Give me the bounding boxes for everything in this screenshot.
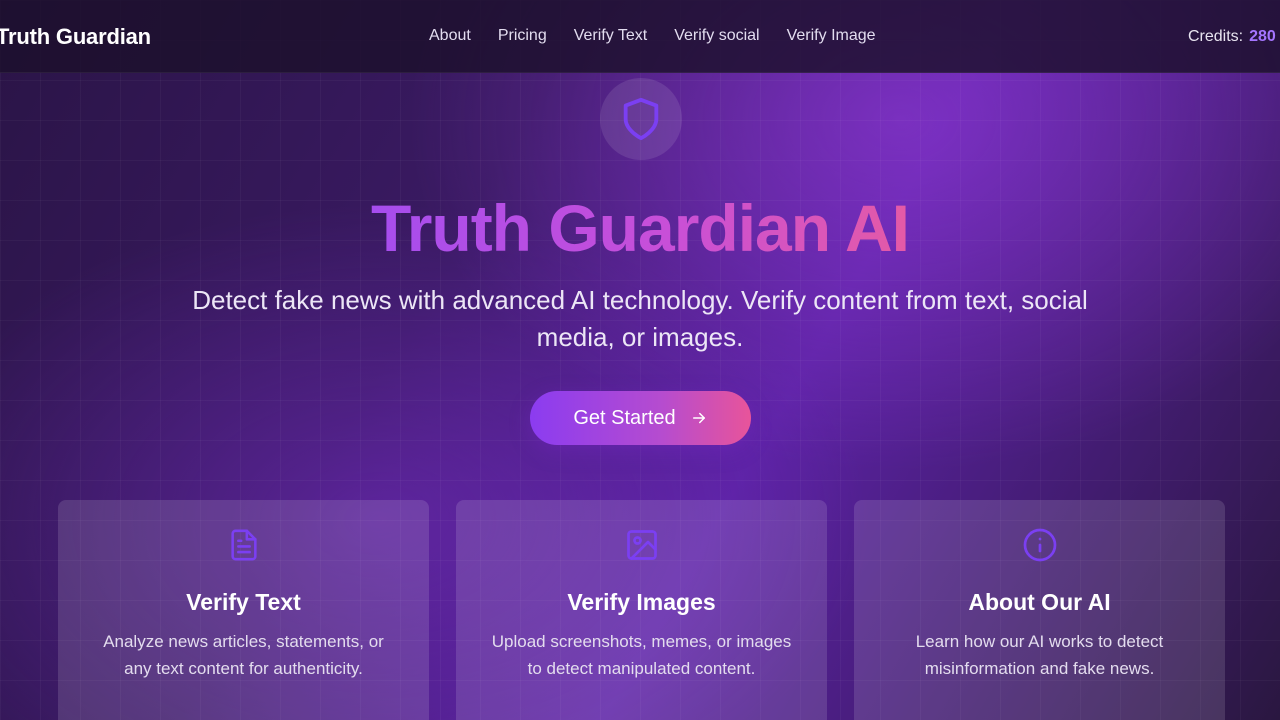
hero-title: Truth Guardian AI xyxy=(0,190,1280,266)
card-verify-text[interactable]: Verify Text Analyze news articles, state… xyxy=(58,500,429,720)
nav-links: About Pricing Verify Text Verify social … xyxy=(429,27,876,45)
card-verify-images[interactable]: Verify Images Upload screenshots, memes,… xyxy=(456,500,827,720)
info-icon xyxy=(854,527,1225,563)
brand-logo-text[interactable]: Truth Guardian xyxy=(0,24,151,50)
card-about-ai[interactable]: About Our AI Learn how our AI works to d… xyxy=(854,500,1225,720)
card-description: Upload screenshots, memes, or images to … xyxy=(491,632,792,678)
card-description: Learn how our AI works to detect misinfo… xyxy=(915,632,1164,678)
nav-link-about[interactable]: About xyxy=(429,27,471,45)
nav-link-pricing[interactable]: Pricing xyxy=(498,27,547,45)
top-navbar: Truth Guardian About Pricing Verify Text… xyxy=(0,0,1280,73)
get-started-label: Get Started xyxy=(573,406,676,429)
card-title: Verify Text xyxy=(186,589,301,615)
card-title: Verify Images xyxy=(567,589,716,615)
get-started-button[interactable]: Get Started xyxy=(530,391,751,445)
shield-icon xyxy=(623,97,659,141)
nav-link-verify-image[interactable]: Verify Image xyxy=(787,27,876,45)
nav-link-verify-text[interactable]: Verify Text xyxy=(574,27,648,45)
hero-title-text: Truth Guardian AI xyxy=(371,191,910,265)
credits-label: Credits: xyxy=(1188,28,1244,45)
card-description: Analyze news articles, statements, or an… xyxy=(103,632,384,678)
hero-shield-badge xyxy=(600,78,682,160)
card-title: About Our AI xyxy=(968,589,1111,615)
credits-display: Credits: 280 xyxy=(1188,28,1276,46)
credits-value: 280 xyxy=(1249,28,1276,45)
nav-link-verify-social[interactable]: Verify social xyxy=(674,27,759,45)
image-icon xyxy=(456,527,827,563)
document-icon xyxy=(58,527,429,563)
hero-subtitle: Detect fake news with advanced AI techno… xyxy=(192,285,1088,352)
arrow-right-icon xyxy=(690,409,708,427)
feature-cards: Verify Text Analyze news articles, state… xyxy=(58,500,1225,720)
